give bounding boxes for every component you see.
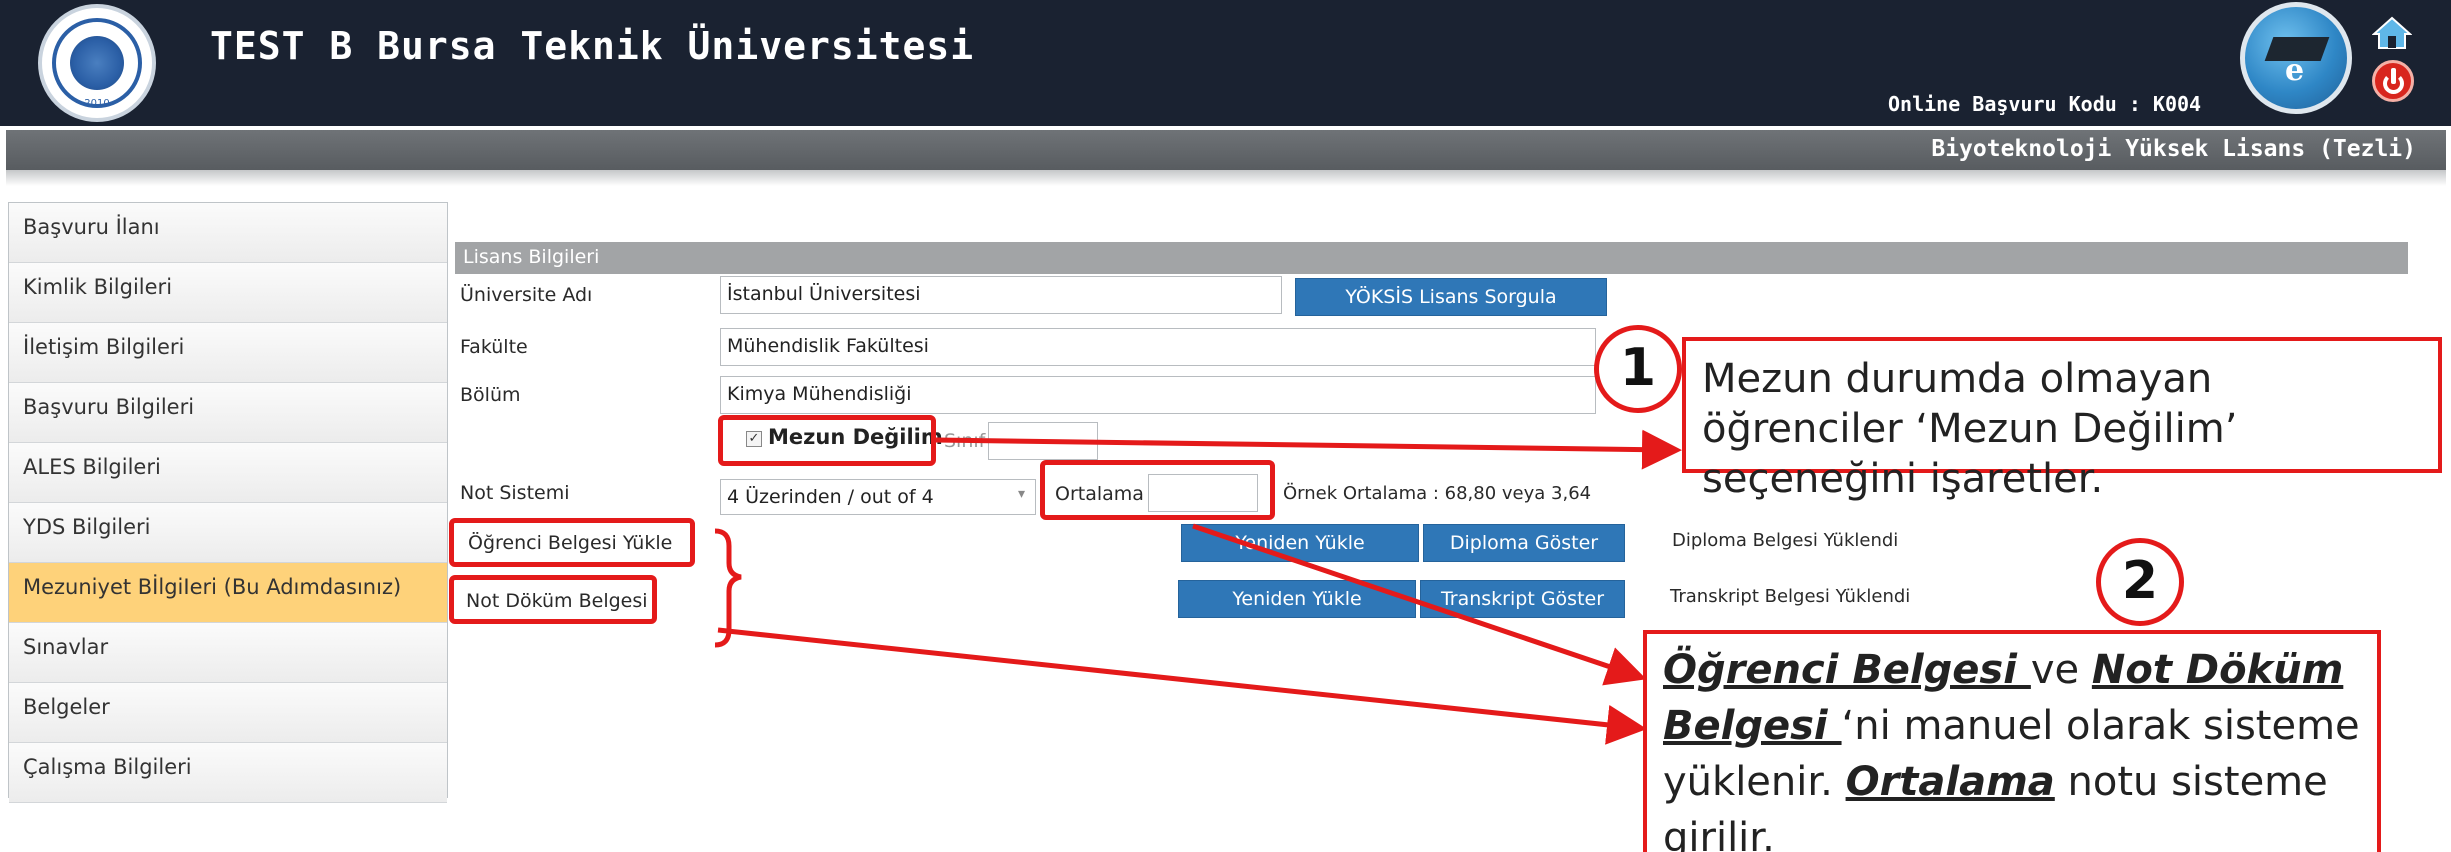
home-icon[interactable] [2372, 16, 2412, 50]
highlight-not-graduated [718, 415, 936, 466]
transcript-reupload-button[interactable]: Yeniden Yükle [1178, 580, 1416, 618]
seal-year: 2010 [84, 98, 110, 109]
site-title: TEST B Bursa Teknik Üniversitesi [210, 24, 975, 68]
sidebar-item-iletisim-bilgileri[interactable]: İletişim Bilgileri [9, 323, 447, 383]
class-label: Sınıf [944, 430, 986, 452]
sidebar-item-yds-bilgileri[interactable]: YDS Bilgileri [9, 503, 447, 563]
callout-number-2: 2 [2096, 538, 2184, 626]
program-bar-shadow [6, 170, 2446, 186]
callout-2-text: Öğrenci Belgesi ve Not Döküm Belgesi ‘ni… [1643, 630, 2381, 852]
sidebar-item-basvuru-ilani[interactable]: Başvuru İlanı [9, 203, 447, 263]
program-name: Biyoteknoloji Yüksek Lisans (Tezli) [1931, 136, 2416, 162]
student-document-reupload-button[interactable]: Yeniden Yükle [1181, 524, 1419, 562]
highlight-transcript [449, 575, 657, 624]
department-input[interactable]: Kimya Mühendisliği [720, 376, 1596, 414]
program-bar: Biyoteknoloji Yüksek Lisans (Tezli) [6, 130, 2446, 170]
department-label: Bölüm [460, 384, 521, 406]
transcript-upload-status: Transkript Belgesi Yüklendi [1670, 586, 1911, 607]
badge-letter: e [2285, 53, 2305, 88]
grade-system-selected: 4 Üzerinden / out of 4 [727, 486, 934, 508]
power-icon[interactable] [2372, 60, 2414, 102]
sidebar-item-calisma-bilgileri[interactable]: Çalışma Bilgileri [9, 743, 447, 803]
callout-1-text: Mezun durumda olmayan öğrenciler ‘Mezun … [1682, 337, 2442, 502]
chevron-down-icon: ▾ [1018, 486, 1026, 502]
yoksis-query-button[interactable]: YÖKSİS Lisans Sorgula [1295, 278, 1607, 316]
sidebar-item-basvuru-bilgileri[interactable]: Başvuru Bilgileri [9, 383, 447, 443]
university-seal-icon[interactable]: 2010 [38, 4, 156, 122]
transcript-show-button[interactable]: Transkript Göster [1420, 580, 1625, 618]
sidebar-item-ales-bilgileri[interactable]: ALES Bilgileri [9, 443, 447, 503]
diploma-upload-status: Diploma Belgesi Yüklendi [1672, 530, 1899, 551]
seal-emblem [70, 36, 124, 90]
top-header: 2010 TEST B Bursa Teknik Üniversitesi On… [0, 0, 2451, 126]
class-input[interactable] [988, 422, 1098, 460]
callout-2-student-document: Öğrenci Belgesi [1663, 647, 2031, 693]
sidebar-item-mezuniyet-bilgileri[interactable]: Mezuniyet BİlgiIeri (Bu Adımdasınız) [9, 563, 447, 623]
arrow-documents [717, 627, 1647, 745]
faculty-label: Fakülte [460, 336, 528, 358]
sidebar-item-kimlik-bilgileri[interactable]: Kimlik Bilgileri [9, 263, 447, 323]
average-example-text: Örnek Ortalama : 68,80 veya 3,64 [1283, 483, 1592, 504]
section-title: Lisans Bilgileri [463, 246, 600, 268]
diploma-show-button[interactable]: Diploma Göster [1423, 524, 1625, 562]
sidebar-item-belgeler[interactable]: Belgeler [9, 683, 447, 743]
highlight-student-document [449, 518, 695, 567]
grade-system-select[interactable]: 4 Üzerinden / out of 4 [720, 479, 1036, 515]
faculty-input[interactable]: Mühendislik Fakültesi [720, 328, 1596, 366]
university-label: Üniversite Adı [460, 284, 593, 306]
grade-system-label: Not Sistemi [460, 482, 570, 504]
sidebar-item-sinavlar[interactable]: Sınavlar [9, 623, 447, 683]
online-application-code: Online Başvuru Kodu : K004 [1888, 92, 2202, 116]
callout-number-1: 1 [1594, 325, 1682, 413]
highlight-average [1040, 460, 1275, 520]
bracket-shape [714, 528, 742, 648]
e-education-badge-icon: e [2240, 2, 2352, 114]
callout-2-average: Ortalama [1845, 759, 2055, 805]
section-header: Lisans Bilgileri [455, 242, 2408, 274]
university-input[interactable]: İstanbul Üniversitesi [720, 276, 1282, 314]
sidebar-menu: Başvuru İlanı Kimlik Bilgileri İletişim … [8, 202, 448, 803]
